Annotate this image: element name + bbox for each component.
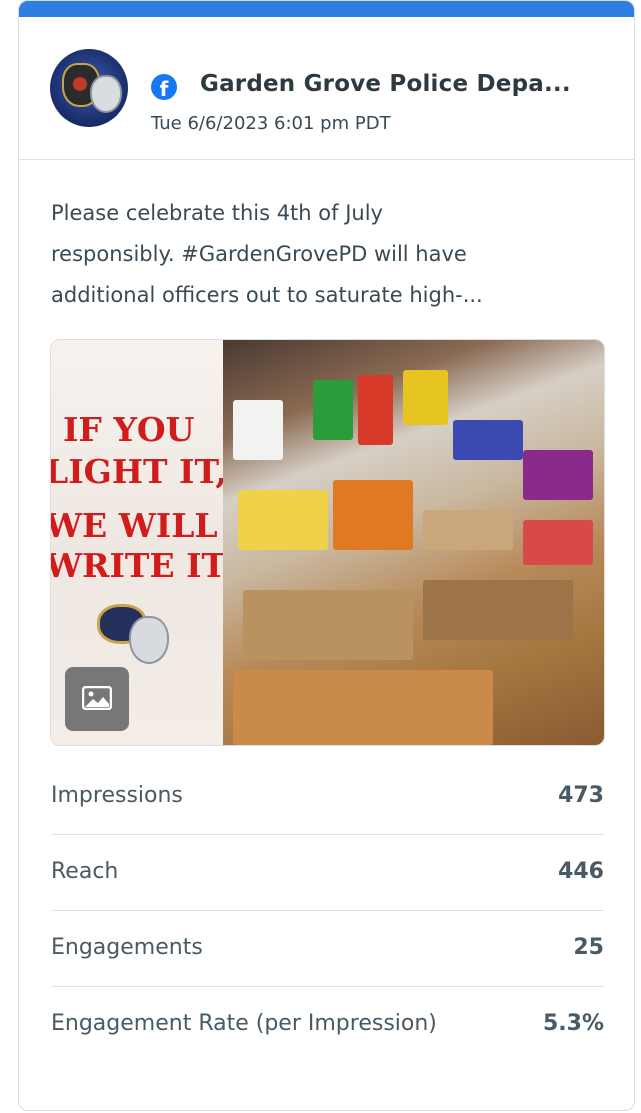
post-text-line: Please celebrate this 4th of July (51, 201, 383, 225)
facebook-icon: f (151, 74, 177, 100)
page-name[interactable]: Garden Grove Police Depa... (200, 71, 571, 97)
post-date: Tue 6/6/2023 6:01 pm PDT (151, 113, 391, 134)
metric-row-engagement-rate: Engagement Rate (per Impression) 5.3% (51, 987, 604, 1062)
fireworks-photo (223, 340, 604, 745)
post-text-line: responsibly. #GardenGrovePD will have (51, 242, 467, 266)
slogan-line: LIGHT IT, (50, 452, 227, 491)
metric-label: Impressions (51, 783, 183, 808)
post-text-line: additional officers out to saturate high… (51, 283, 483, 307)
avatar[interactable] (50, 49, 128, 127)
metric-label: Engagements (51, 935, 203, 960)
image-type-icon (65, 667, 129, 731)
card-accent-bar (19, 1, 634, 17)
post-text: Please celebrate this 4th of July respon… (51, 193, 611, 316)
post-metrics: Impressions 473 Reach 446 Engagements 25… (51, 759, 604, 1062)
metric-value: 25 (573, 935, 604, 960)
slogan-line: WRITE IT. (50, 546, 234, 585)
metric-label: Engagement Rate (per Impression) (51, 1011, 437, 1036)
post-card: f Garden Grove Police Depa... Tue 6/6/20… (18, 0, 635, 1111)
metric-row-engagements: Engagements 25 (51, 911, 604, 987)
metric-row-impressions: Impressions 473 (51, 759, 604, 835)
police-badge-icon (129, 616, 169, 664)
slogan-line: WE WILL (50, 506, 218, 545)
metric-label: Reach (51, 859, 119, 884)
metric-value: 473 (558, 783, 604, 808)
metric-value: 5.3% (542, 1011, 604, 1036)
metric-row-reach: Reach 446 (51, 835, 604, 911)
slogan-line: IF YOU (63, 410, 195, 449)
post-header: f Garden Grove Police Depa... Tue 6/6/20… (19, 17, 634, 160)
police-badge-icon (90, 75, 122, 113)
post-image[interactable]: IF YOU LIGHT IT, WE WILL WRITE IT. (50, 339, 605, 746)
metric-value: 446 (558, 859, 604, 884)
